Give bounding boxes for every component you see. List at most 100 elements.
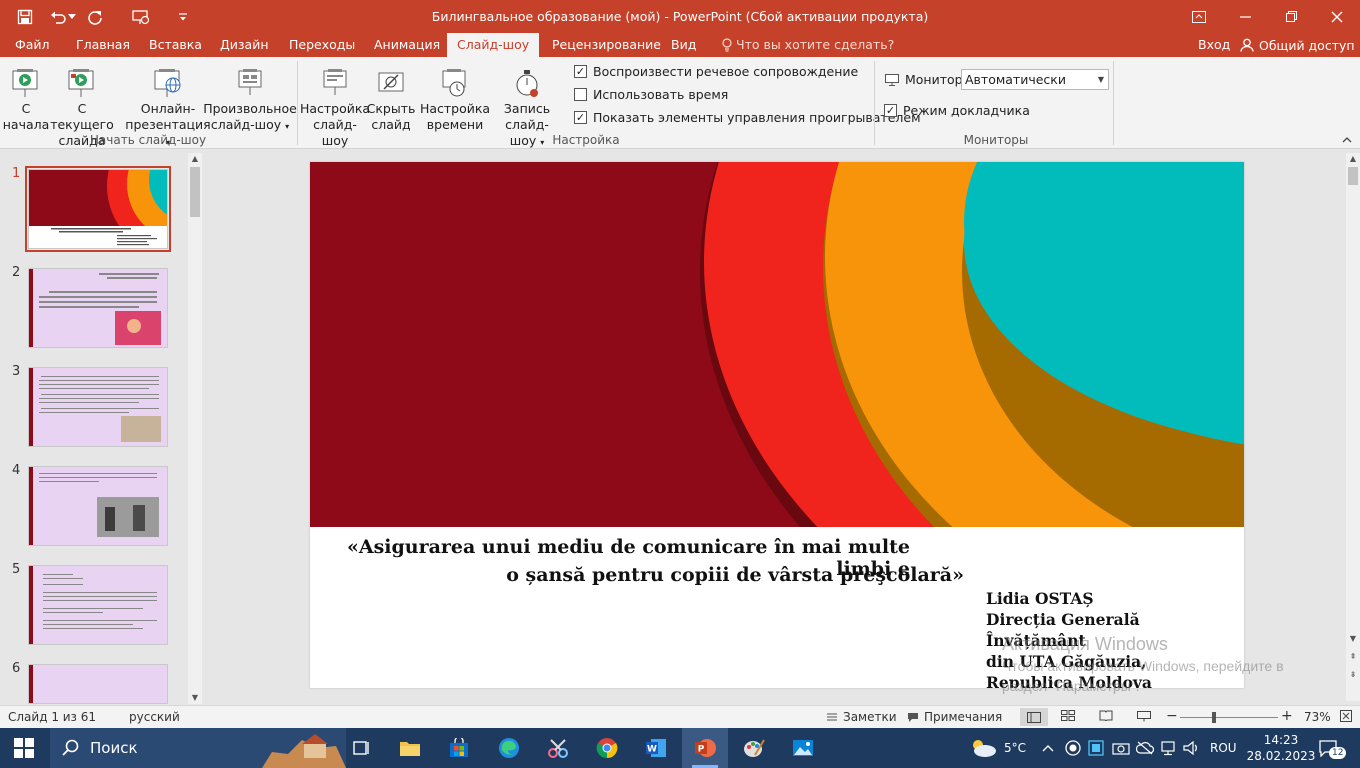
minus-icon: − <box>1166 708 1178 724</box>
volume-icon[interactable] <box>1183 728 1201 768</box>
customize-qat-icon[interactable] <box>166 0 200 33</box>
language-indicator[interactable]: русский <box>129 710 180 724</box>
file-explorer-icon[interactable] <box>387 728 433 768</box>
hide-slide-line2: слайд <box>371 117 411 132</box>
tab-insert[interactable]: Вставка <box>139 33 212 57</box>
scrollbar-thumb[interactable] <box>190 167 200 217</box>
slide-thumbnail-4[interactable] <box>28 466 168 546</box>
tell-me-search[interactable]: Что вы хотите сделать? <box>712 33 904 57</box>
start-slideshow-icon[interactable] <box>124 0 158 33</box>
undo-dropdown-icon[interactable] <box>66 0 78 33</box>
app-tray-icon[interactable] <box>1088 728 1104 768</box>
presenter-view-checkbox[interactable]: ✓ Режим докладчика <box>884 103 1030 118</box>
signin-button[interactable]: Вход <box>1198 33 1230 57</box>
photos-app-icon[interactable] <box>780 728 826 768</box>
show-media-controls-checkbox[interactable]: ✓ Показать элементы управления проигрыва… <box>574 110 921 125</box>
slide-thumbnail-6[interactable] <box>28 664 168 704</box>
slide-thumbnail-1[interactable] <box>25 166 171 252</box>
microsoft-store-icon[interactable] <box>436 728 482 768</box>
ribbon-display-options-icon[interactable] <box>1176 0 1222 33</box>
taskbar-search[interactable]: Поиск <box>50 728 346 768</box>
tab-file[interactable]: Файл <box>5 33 60 57</box>
scroll-down-icon[interactable]: ▼ <box>188 692 202 704</box>
weather-widget[interactable]: 5°C <box>968 728 1026 768</box>
collapse-ribbon-icon[interactable] <box>1342 135 1352 146</box>
play-narrations-checkbox[interactable]: ✓ Воспроизвести речевое сопровождение <box>574 64 858 79</box>
rehearse-timings-line1: Настройка <box>419 101 491 116</box>
custom-slideshow-button[interactable]: Произвольное слайд-шоу ▾ <box>203 61 297 135</box>
slideshow-view-button[interactable] <box>1137 710 1151 722</box>
tab-slideshow[interactable]: Слайд-шоу <box>447 33 540 57</box>
weather-temperature: 5°C <box>1004 741 1027 755</box>
chevron-down-icon: ▼ <box>1097 75 1104 84</box>
hide-slide-button[interactable]: Скрыть слайд <box>367 61 415 133</box>
tab-home[interactable]: Главная <box>66 33 140 57</box>
cloud-sync-icon[interactable] <box>1136 728 1154 768</box>
scrollbar-thumb[interactable] <box>1348 167 1358 185</box>
from-beginning-button[interactable]: С начала <box>3 61 49 133</box>
fit-to-window-button[interactable] <box>1340 710 1352 722</box>
record-slideshow-line1: Запись слайд- <box>503 101 551 132</box>
slide-thumbnail-5[interactable] <box>28 565 168 645</box>
tab-review[interactable]: Рецензирование <box>542 33 671 57</box>
zoom-slider-thumb[interactable] <box>1212 712 1217 723</box>
clock[interactable]: 14:23 28.02.2023 <box>1246 728 1316 768</box>
save-icon[interactable] <box>8 0 42 33</box>
comments-button[interactable]: Примечания <box>907 710 1002 724</box>
search-highlight-icon <box>262 734 346 768</box>
search-icon <box>62 739 79 756</box>
edge-browser-icon[interactable] <box>486 728 532 768</box>
windows-start-icon[interactable] <box>14 738 34 761</box>
camera-tray-icon[interactable] <box>1112 728 1130 768</box>
snipping-tool-icon[interactable] <box>535 728 581 768</box>
record-tray-icon[interactable] <box>1065 728 1081 768</box>
thumbnails-scrollbar[interactable]: ▲ ▼ <box>188 153 202 704</box>
window-controls <box>1176 0 1360 33</box>
monitor-select[interactable]: Автоматически ▼ <box>961 69 1109 90</box>
checkbox-unchecked-icon <box>574 88 587 101</box>
zoom-out-button[interactable]: − <box>1166 708 1178 724</box>
scroll-up-icon[interactable]: ▲ <box>1346 153 1360 165</box>
restore-icon[interactable] <box>1268 0 1314 33</box>
slide-thumbnail-2[interactable] <box>28 268 168 348</box>
group-label-monitors: Мониторы <box>963 133 1029 147</box>
current-slide[interactable]: «Asigurarea unui mediu de comunicare în … <box>310 162 1244 688</box>
powerpoint-app-icon[interactable]: P <box>682 728 728 768</box>
editor-scrollbar[interactable]: ▲ ▼ ⇞ ⇟ <box>1346 153 1360 701</box>
zoom-slider[interactable] <box>1180 712 1278 723</box>
slide-thumbnail-3[interactable] <box>28 367 168 447</box>
paint-app-icon[interactable] <box>731 728 777 768</box>
next-slide-icon[interactable]: ⇟ <box>1346 669 1360 681</box>
notes-button[interactable]: Заметки <box>826 710 897 724</box>
tab-view[interactable]: Вид <box>661 33 706 57</box>
show-hidden-icons[interactable] <box>1042 728 1054 768</box>
share-button[interactable]: Общий доступ <box>1240 33 1355 57</box>
minimize-icon[interactable] <box>1222 0 1268 33</box>
previous-slide-icon[interactable]: ⇞ <box>1346 651 1360 663</box>
present-online-icon <box>154 69 181 97</box>
scroll-down-icon[interactable]: ▼ <box>1346 633 1360 645</box>
use-timings-checkbox[interactable]: Использовать время <box>574 87 728 102</box>
word-app-icon[interactable]: W <box>633 728 679 768</box>
chrome-browser-icon[interactable] <box>584 728 630 768</box>
tab-transitions[interactable]: Переходы <box>279 33 365 57</box>
author-name: Lidia OSTAȘ <box>986 589 1094 608</box>
zoom-level[interactable]: 73% <box>1304 710 1331 724</box>
slide-sorter-button[interactable] <box>1061 710 1075 721</box>
tab-animations[interactable]: Анимация <box>364 33 450 57</box>
setup-slideshow-button[interactable]: Настройка слайд-шоу <box>300 61 370 149</box>
network-icon[interactable] <box>1160 728 1178 768</box>
notifications-button[interactable]: 12 <box>1318 728 1347 768</box>
scroll-up-icon[interactable]: ▲ <box>188 153 202 165</box>
zoom-in-button[interactable]: + <box>1281 708 1293 724</box>
slide-sorter-icon <box>1061 710 1075 721</box>
lightbulb-icon <box>722 38 732 52</box>
rehearse-timings-button[interactable]: Настройка времени <box>419 61 491 133</box>
tab-design[interactable]: Дизайн <box>210 33 279 57</box>
reading-view-button[interactable] <box>1099 710 1113 721</box>
input-language[interactable]: ROU <box>1210 728 1237 768</box>
normal-view-button[interactable] <box>1020 708 1048 726</box>
redo-icon[interactable] <box>78 0 112 33</box>
task-view-icon[interactable] <box>338 728 384 768</box>
close-icon[interactable] <box>1314 0 1360 33</box>
